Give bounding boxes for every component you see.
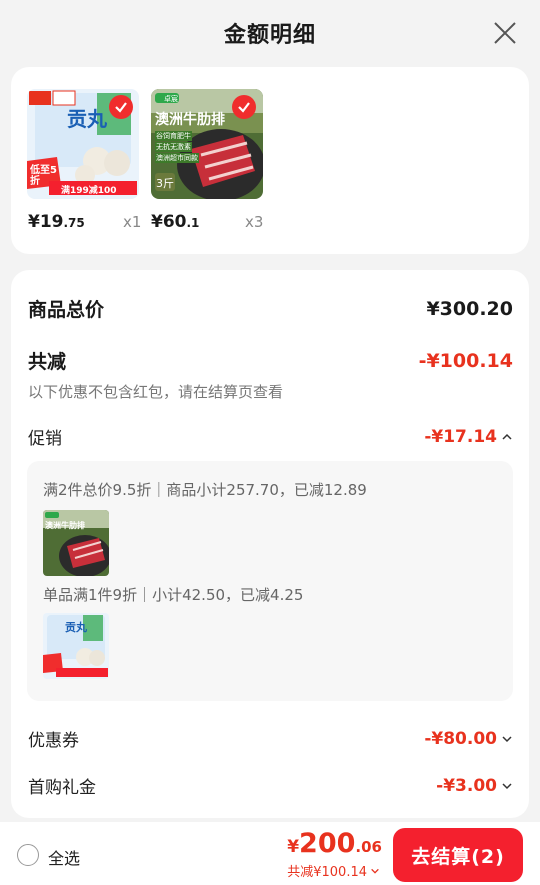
thumb-title: 澳洲牛肋排 [45, 521, 85, 530]
promo-label: 促销 [28, 429, 62, 449]
product-image-tag: 谷饲育肥牛 [155, 131, 192, 141]
thumb-title: 贡丸 [65, 621, 87, 634]
coupon-row[interactable]: 优惠券 -¥80.00 [28, 726, 513, 751]
product-checkbox-beef-ribs[interactable] [232, 95, 256, 119]
close-icon [494, 22, 516, 44]
product-image-weight: 3斤 [156, 177, 174, 190]
checkmark-icon [115, 102, 127, 113]
checkmark-icon [238, 102, 250, 113]
promo-product-thumb-beef-ribs: 澳洲牛肋排 [43, 510, 109, 576]
sheet-header: 金额明细 [0, 0, 540, 66]
coupon-value-wrap: -¥80.00 [424, 729, 513, 749]
coupon-label: 优惠券 [28, 731, 79, 751]
total-price-label: 商品总价 [28, 299, 105, 321]
product-checkbox-meatballs[interactable] [109, 95, 133, 119]
product-image-tag: 无抗无激素 [155, 142, 192, 152]
price-summary-card: 商品总价 ¥300.20 共减 -¥100.14 以下优惠不包含红包，请在结算页… [11, 270, 529, 818]
product-image-title: 贡丸 [67, 107, 107, 131]
product-qty-meatballs: x1 [123, 213, 142, 231]
close-button[interactable] [492, 20, 518, 46]
gift-value-wrap: -¥3.00 [436, 776, 513, 796]
chevron-down-icon[interactable] [501, 733, 513, 745]
checkout-button[interactable]: 去结算(2) [393, 828, 523, 882]
promo-product-thumb-meatballs: 贡丸 [43, 613, 109, 679]
product-price-beef-ribs: ¥60 .1 [151, 212, 200, 232]
product-image-badge: 低至5折 [30, 165, 57, 187]
page-title: 金额明细 [223, 23, 316, 48]
gift-label: 首购礼金 [28, 778, 96, 798]
promo-detail-box: 满2件总价9.5折｜商品小计257.70，已减12.89 澳洲牛肋排 单品满1件… [27, 461, 513, 701]
promo-detail-text: 满2件总价9.5折｜商品小计257.70，已减12.89 [43, 481, 367, 499]
discount-value: -¥100.14 [418, 349, 513, 372]
promo-value-wrap: -¥17.14 [424, 427, 513, 447]
promo-value: -¥17.14 [424, 426, 497, 447]
product-image-title: 澳洲牛肋排 [155, 112, 225, 128]
gift-value: -¥3.00 [436, 775, 497, 796]
select-all-label[interactable]: 全选 [48, 845, 80, 869]
total-price-row: 商品总价 ¥300.20 [28, 295, 513, 322]
discount-label: 共减 [28, 351, 67, 373]
gift-row[interactable]: 首购礼金 -¥3.00 [28, 773, 513, 798]
chevron-up-icon[interactable] [501, 431, 513, 443]
product-image-tag: 澳洲超市同款 [155, 153, 199, 163]
product-qty-beef-ribs: x3 [245, 213, 264, 231]
promo-row[interactable]: 促销 -¥17.14 [28, 424, 513, 449]
discount-row: 共减 -¥100.14 [28, 347, 513, 374]
product-image-promo: 满199减100 [61, 186, 117, 196]
chevron-down-icon[interactable] [501, 780, 513, 792]
product-image-brand: 卓宸 [164, 95, 178, 103]
select-all-radio[interactable] [17, 844, 39, 866]
product-card: 贡丸 低至5折 满199减100 ¥19 .75 x1 卓宸 澳洲牛肋排 谷饲育… [11, 67, 529, 254]
promo-detail-text: 单品满1件9折｜小计42.50，已减4.25 [43, 586, 304, 604]
total-price-value: ¥300.20 [426, 297, 513, 320]
discount-note: 以下优惠不包含红包，请在结算页查看 [28, 383, 284, 401]
product-price-meatballs: ¥19 .75 [28, 212, 85, 232]
chevron-down-icon [371, 868, 379, 874]
grand-total: ¥200.06 [287, 828, 382, 859]
total-discount-text: 共减¥100.14 [287, 865, 367, 880]
total-discount-toggle[interactable]: 共减¥100.14 [287, 861, 380, 880]
checkout-bar: 全选 ¥200.06 共减¥100.14 去结算(2) [0, 822, 540, 885]
coupon-value: -¥80.00 [424, 728, 497, 749]
